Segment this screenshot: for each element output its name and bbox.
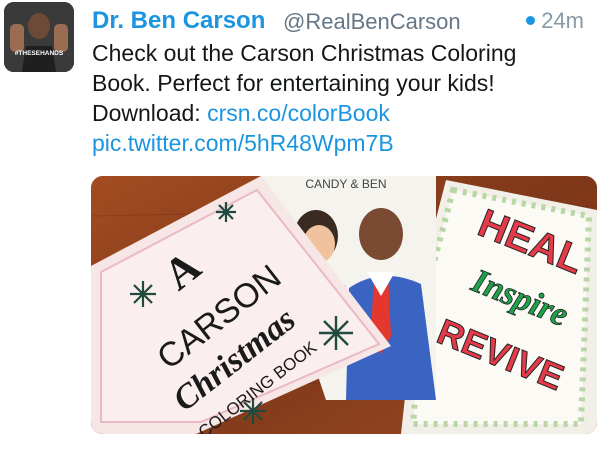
book-candy-ben-header: CANDY & BEN xyxy=(305,177,386,191)
author-handle[interactable]: @RealBenCarson xyxy=(283,7,461,37)
avatar-image: #THESEHANDS xyxy=(4,2,74,72)
tweet-media-image[interactable]: HEAL Inspire REVIVE CANDY & BEN A CARSON… xyxy=(91,176,597,434)
avatar-caption: #THESEHANDS xyxy=(15,50,64,57)
tweet-header: Dr. Ben Carson @RealBenCarson 24m xyxy=(92,6,592,38)
snowflake-icon xyxy=(319,316,353,350)
blue-dot-icon xyxy=(526,15,536,25)
tweet[interactable]: #THESEHANDS Dr. Ben Carson @RealBenCarso… xyxy=(0,0,600,450)
coloring-books-photo: HEAL Inspire REVIVE CANDY & BEN A CARSON… xyxy=(91,176,597,434)
author-name[interactable]: Dr. Ben Carson xyxy=(92,6,265,36)
timestamp-text: 24m xyxy=(541,8,584,33)
download-prefix: Download: xyxy=(92,100,208,126)
snowflake-icon xyxy=(216,202,236,222)
tweet-text-line: Book. Perfect for entertaining your kids… xyxy=(92,70,495,96)
download-link[interactable]: crsn.co/colorBook xyxy=(207,100,390,126)
tweet-text-line: Download: crsn.co/colorBook xyxy=(92,98,597,128)
timestamp[interactable]: 24m xyxy=(526,6,584,36)
pic-link[interactable]: pic.twitter.com/5hR48Wpm7B xyxy=(92,128,597,158)
tweet-text: Check out the Carson Christmas Coloring … xyxy=(92,38,597,158)
tweet-text-line: Check out the Carson Christmas Coloring xyxy=(92,40,517,66)
avatar[interactable]: #THESEHANDS xyxy=(4,2,74,72)
